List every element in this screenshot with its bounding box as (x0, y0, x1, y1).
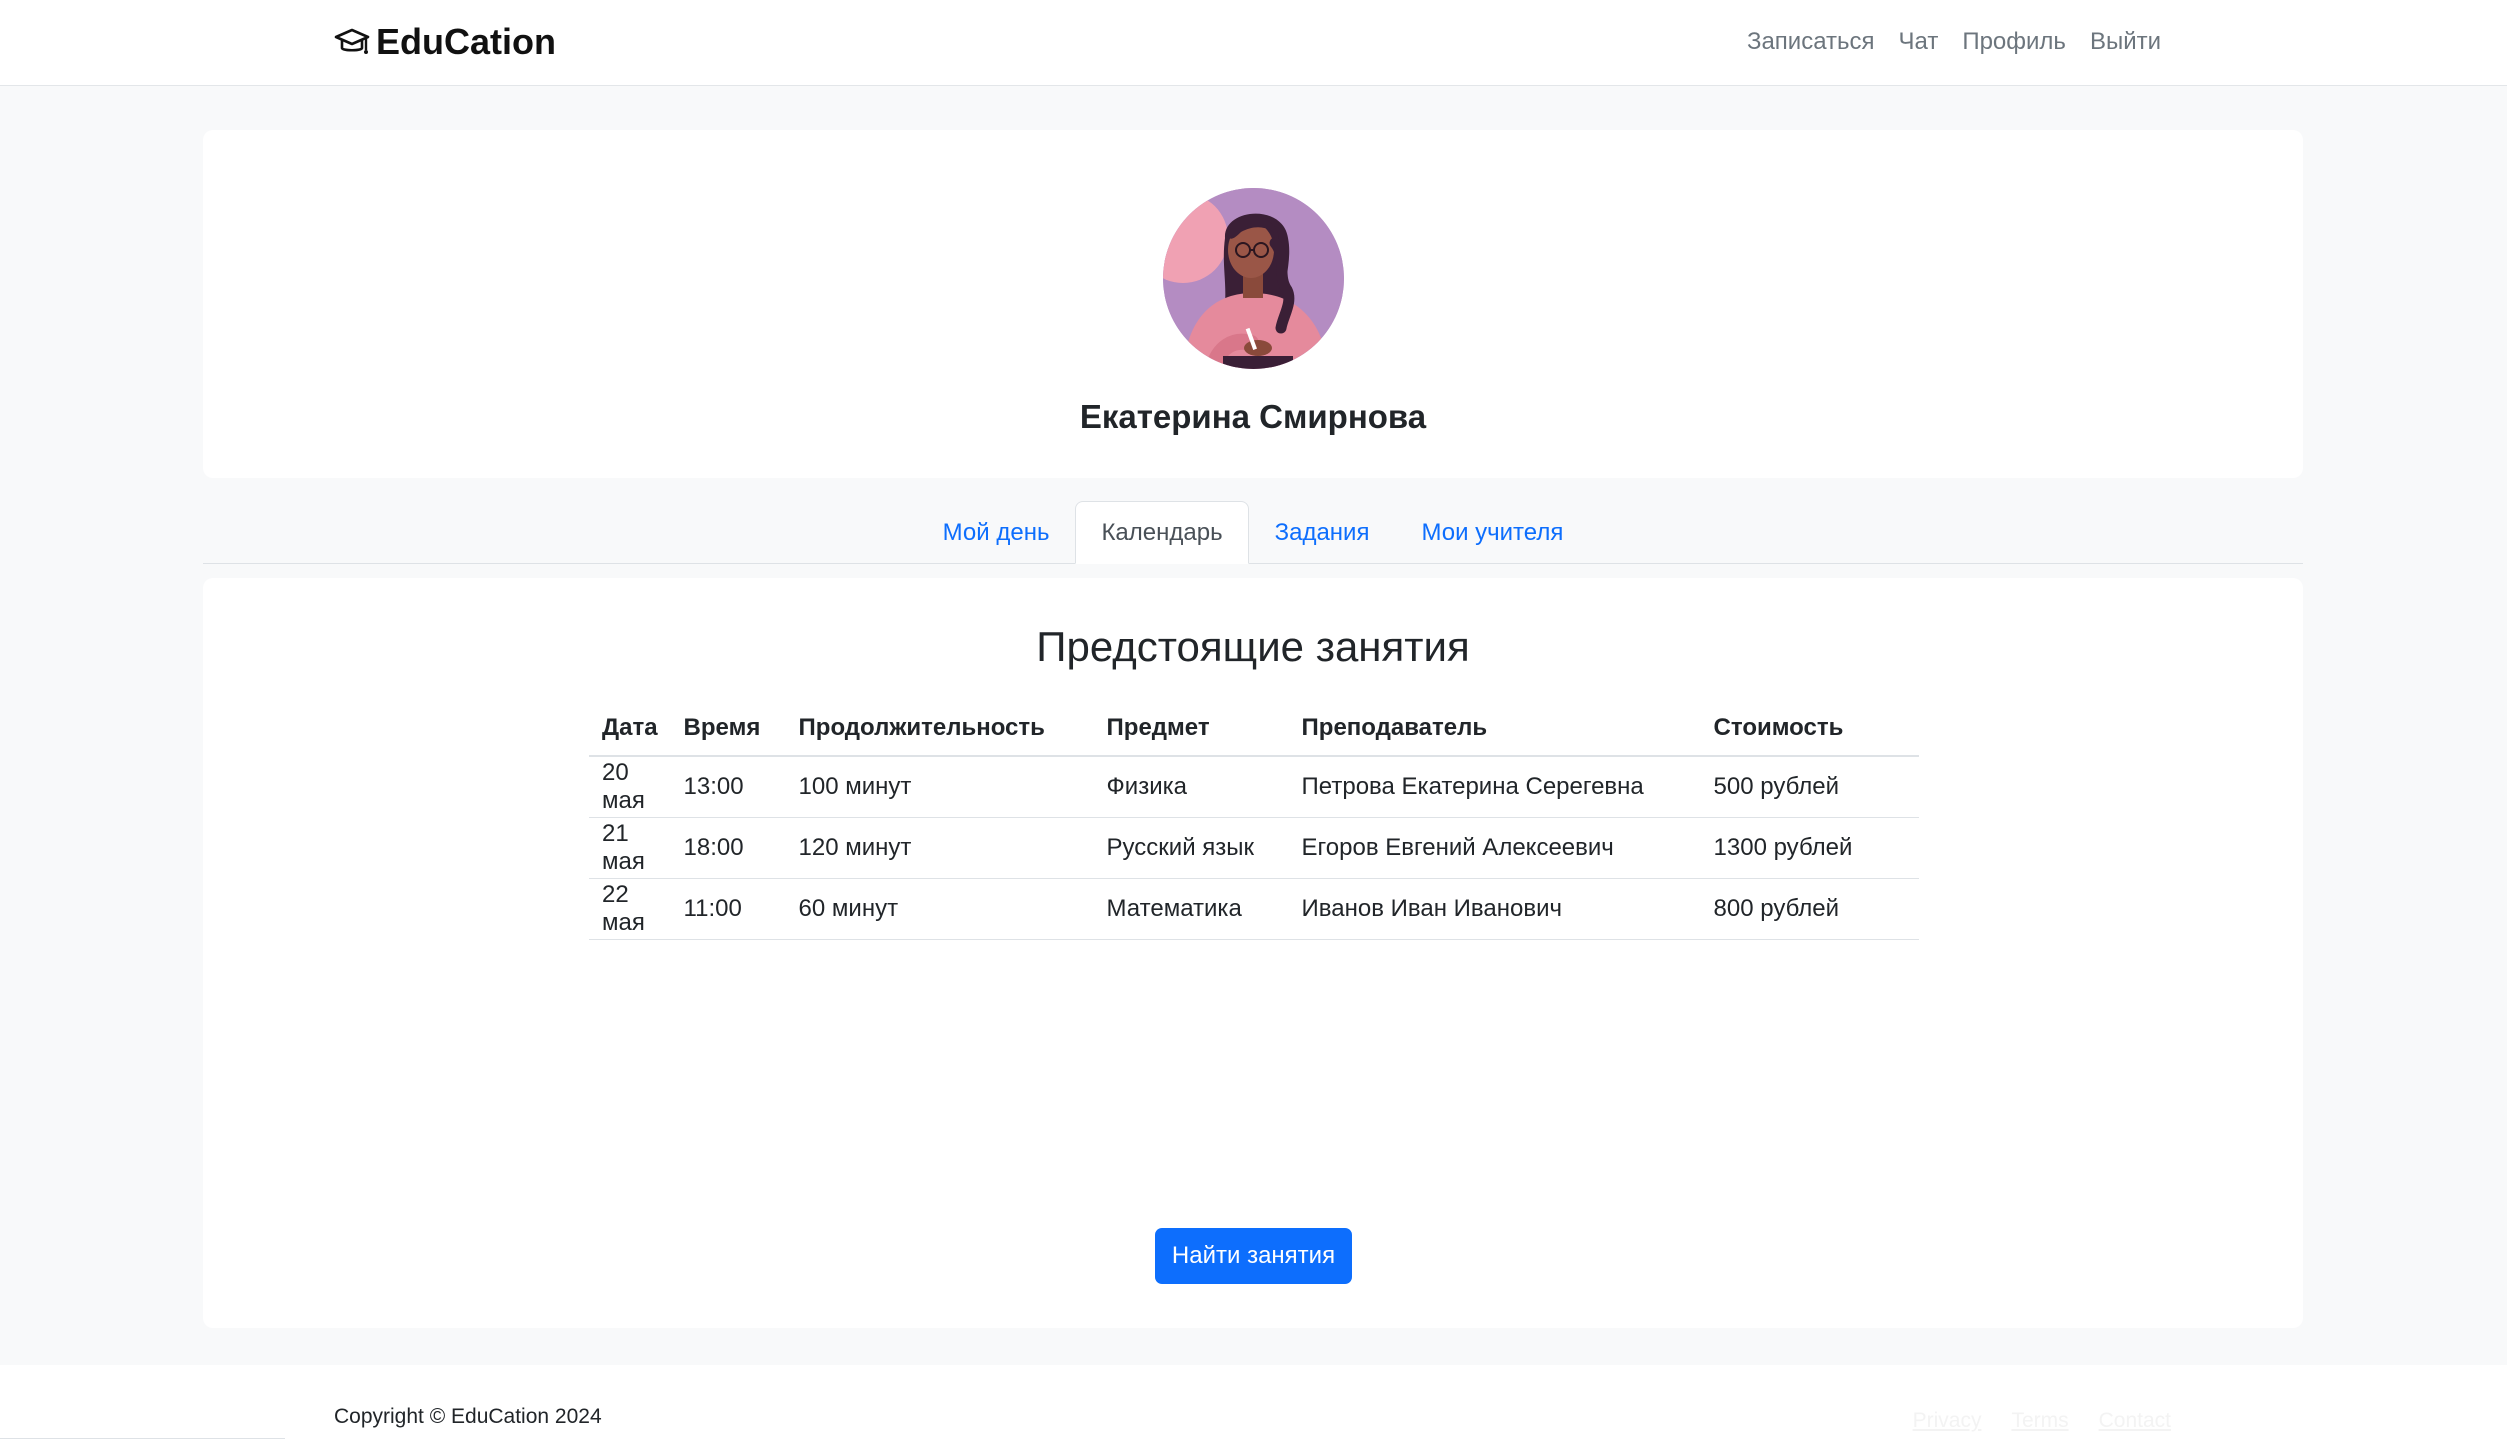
nav-link-chat[interactable]: Чат (1899, 28, 1939, 56)
cell-cost: 1300 рублей (1700, 817, 1919, 879)
column-header-date: Дата (589, 700, 671, 757)
table-header-row: Дата Время Продолжительность Предмет Пре… (589, 700, 1919, 757)
profile-tabs: Мой день Календарь Задания Мои учителя (203, 500, 2303, 564)
cell-time: 18:00 (670, 817, 786, 879)
table-row: 21 мая 18:00 120 минут Русский язык Егор… (589, 817, 1919, 879)
cell-subject: Русский язык (1093, 817, 1289, 879)
footer-link-contact[interactable]: Contact (2099, 1409, 2171, 1433)
avatar (1163, 188, 1344, 369)
cell-cost: 500 рублей (1700, 756, 1919, 818)
cell-time: 11:00 (670, 878, 786, 940)
column-header-cost: Стоимость (1700, 700, 1919, 757)
nav-link-profile[interactable]: Профиль (1962, 28, 2066, 56)
footer-link-terms[interactable]: Terms (2011, 1409, 2068, 1433)
cell-duration: 120 минут (785, 817, 1094, 879)
cell-subject: Математика (1093, 878, 1289, 940)
cell-duration: 100 минут (785, 756, 1094, 818)
cell-date: 20 мая (589, 756, 671, 818)
cell-date: 21 мая (589, 817, 671, 879)
cell-teacher: Иванов Иван Иванович (1288, 878, 1701, 940)
navbar: EduCation Записаться Чат Профиль Выйти (0, 0, 2507, 86)
footer-links: Privacy Terms Contact (1913, 1409, 2171, 1433)
cell-subject: Физика (1093, 756, 1289, 818)
copyright-text: Copyright © EduCation 2024 (334, 1405, 602, 1428)
column-header-time: Время (670, 700, 786, 757)
cell-date: 22 мая (589, 878, 671, 940)
avatar-illustration (1163, 188, 1344, 369)
column-header-duration: Продолжительность (785, 700, 1094, 757)
calendar-panel: Предстоящие занятия Дата Время Продолжит… (203, 578, 2303, 1328)
cell-cost: 800 рублей (1700, 878, 1919, 940)
tab-assignments[interactable]: Задания (1249, 501, 1396, 564)
brand-name: EduCation (376, 21, 556, 62)
nav-links: Записаться Чат Профиль Выйти (1747, 22, 2161, 62)
nav-link-logout[interactable]: Выйти (2090, 28, 2161, 56)
profile-card: Екатерина Смирнова (203, 130, 2303, 478)
column-header-teacher: Преподаватель (1288, 700, 1701, 757)
tab-my-day[interactable]: Мой день (917, 501, 1076, 564)
cell-teacher: Егоров Евгений Алексеевич (1288, 817, 1701, 879)
cell-time: 13:00 (670, 756, 786, 818)
table-row: 22 мая 11:00 60 минут Математика Иванов … (589, 878, 1919, 940)
find-lessons-button[interactable]: Найти занятия (1155, 1228, 1352, 1284)
tab-calendar[interactable]: Календарь (1075, 501, 1249, 564)
section-title: Предстоящие занятия (1036, 623, 1470, 670)
cell-teacher: Петрова Екатерина Серегевна (1288, 756, 1701, 818)
graduation-cap-icon (334, 28, 370, 54)
column-header-subject: Предмет (1093, 700, 1289, 757)
table-row: 20 мая 13:00 100 минут Физика Петрова Ек… (589, 756, 1919, 818)
nav-link-signup[interactable]: Записаться (1747, 28, 1875, 56)
footer: Copyright © EduCation 2024 Privacy Terms… (0, 1365, 2507, 1439)
footer-link-privacy[interactable]: Privacy (1913, 1409, 1982, 1433)
cell-duration: 60 минут (785, 878, 1094, 940)
brand-logo[interactable]: EduCation (334, 18, 556, 66)
lessons-table: Дата Время Продолжительность Предмет Пре… (589, 700, 1919, 940)
profile-name: Екатерина Смирнова (1079, 398, 1427, 435)
tab-my-teachers[interactable]: Мои учителя (1395, 501, 1589, 564)
